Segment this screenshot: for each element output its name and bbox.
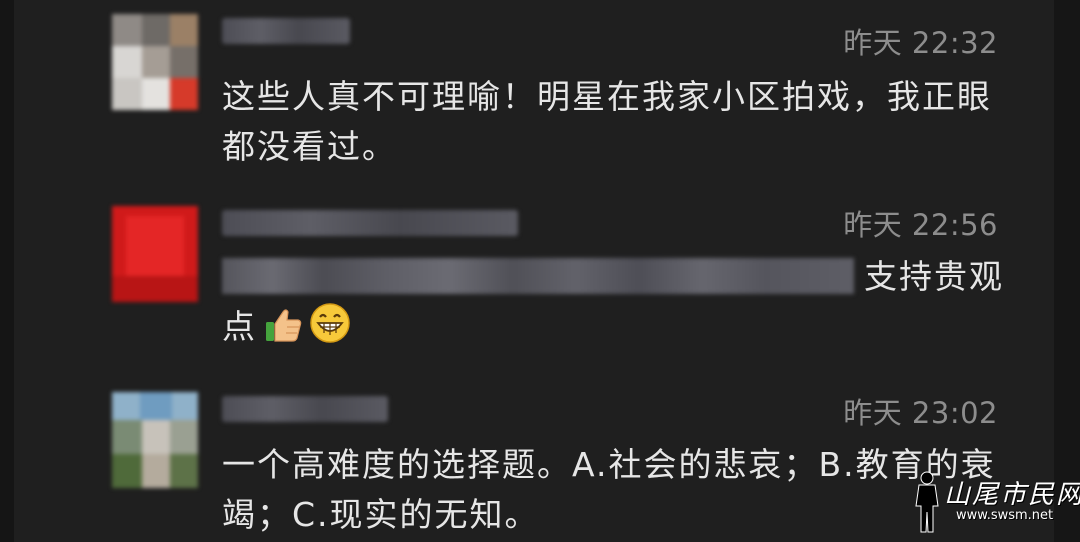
thumbs-up-icon <box>263 306 303 358</box>
comment-list: 昨天 22:32 这些人真不可理喻！明星在我家小区拍戏，我正眼都没看过。 昨天 … <box>0 0 1080 542</box>
watermark-text: 山尾市民网 <box>944 480 1080 510</box>
comment-time: 昨天 23:02 <box>843 396 998 430</box>
avatar[interactable] <box>112 206 198 302</box>
watermark-logo: 山尾市民网 www.swsm.net <box>910 470 1080 536</box>
mention-blurred[interactable] <box>222 258 854 294</box>
comment-text: 这些人真不可理喻！明星在我家小区拍戏，我正眼都没看过。 <box>222 77 992 166</box>
avatar[interactable] <box>112 392 198 488</box>
username-blurred[interactable] <box>222 18 350 44</box>
watermark-url: www.swsm.net <box>956 508 1054 523</box>
grinning-face-icon <box>309 302 351 358</box>
person-silhouette-icon <box>915 471 939 533</box>
comment-item[interactable]: 昨天 22:56 支持贵观点 <box>0 190 1080 380</box>
comment-time: 昨天 22:32 <box>843 26 998 60</box>
comment-time: 昨天 22:56 <box>843 208 998 242</box>
comment-item[interactable]: 昨天 22:32 这些人真不可理喻！明星在我家小区拍戏，我正眼都没看过。 <box>0 0 1080 190</box>
comment-text: 支持贵观点 <box>222 252 1022 358</box>
username-blurred[interactable] <box>222 210 518 236</box>
avatar[interactable] <box>112 14 198 110</box>
comment-text: 一个高难度的选择题。A.社会的悲哀；B.教育的衰竭；C.现实的无知。 <box>222 445 996 534</box>
username-blurred[interactable] <box>222 396 388 422</box>
